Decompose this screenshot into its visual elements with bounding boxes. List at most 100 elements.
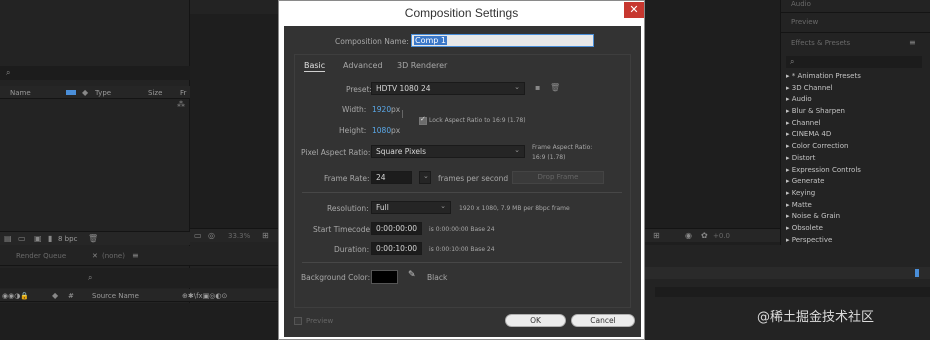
effects-item[interactable]: ▸ Channel: [786, 118, 926, 130]
column-size[interactable]: Size: [148, 89, 162, 97]
after-effects-window: ⌕ Name ◆ Type Size Fr ⁂ ▤ ▭ ▣ ▮ 8 bpc 🗑 …: [0, 0, 930, 340]
effects-item[interactable]: ▸ Noise & Grain: [786, 211, 926, 223]
audio-panel-title[interactable]: Audio: [791, 0, 811, 8]
magnification-icon[interactable]: ◎: [208, 231, 215, 240]
composition-viewer[interactable]: [190, 14, 280, 228]
preview-panel-title[interactable]: Preview: [791, 18, 818, 26]
tab-render-queue[interactable]: Render Queue: [16, 252, 66, 260]
effects-item[interactable]: ▸ Expression Controls: [786, 165, 926, 177]
start-timecode-info: is 0:00:00:00 Base 24: [429, 226, 495, 233]
bpc-icon: ▮: [48, 234, 53, 243]
start-timecode-input[interactable]: 0:00:00:00: [371, 222, 422, 235]
frame-rate-dropdown[interactable]: ⌄: [419, 171, 431, 184]
timeline-search[interactable]: ⌕: [0, 268, 280, 288]
lock-aspect-checkbox[interactable]: ✓: [419, 115, 427, 125]
camera-icon[interactable]: ◉: [685, 231, 692, 240]
time-ruler[interactable]: [645, 267, 930, 279]
height-value[interactable]: 1080: [372, 126, 391, 135]
chevron-down-icon: ⌄: [514, 146, 520, 154]
composition-toolbar: ▭ ◎ 33.3% ⊞: [190, 228, 280, 242]
effects-item[interactable]: ▸ * Animation Presets: [786, 71, 926, 83]
effects-item[interactable]: ▸ Blur & Sharpen: [786, 106, 926, 118]
panel-menu-icon[interactable]: ≡: [909, 38, 916, 47]
close-tab-icon[interactable]: ✕: [92, 252, 98, 260]
frame-rate-input[interactable]: 24: [371, 171, 412, 184]
effects-panel-title[interactable]: Effects & Presets: [791, 39, 850, 47]
project-search-field[interactable]: ⌕: [0, 66, 190, 80]
preset-dropdown[interactable]: HDTV 1080 24 ⌄: [371, 82, 525, 95]
save-preset-icon[interactable]: ▪: [535, 83, 540, 92]
resolution-value: Full: [376, 203, 389, 212]
column-frame[interactable]: Fr: [180, 89, 186, 97]
eyedropper-icon[interactable]: ✎: [408, 270, 416, 280]
frame-aspect-value: 16:9 (1.78): [532, 154, 566, 161]
tab-3d-renderer[interactable]: 3D Renderer: [397, 61, 447, 70]
effects-item[interactable]: ▸ 3D Channel: [786, 83, 926, 95]
exposure-value[interactable]: +0.0: [713, 232, 730, 240]
zoom-level[interactable]: 33.3%: [228, 232, 250, 240]
drop-frame-dropdown[interactable]: Drop Frame: [512, 171, 604, 184]
effects-search-field[interactable]: ⌕: [786, 56, 922, 68]
always-preview-icon[interactable]: ▭: [194, 231, 202, 240]
new-comp-icon[interactable]: ▣: [34, 234, 42, 243]
cancel-button[interactable]: Cancel: [571, 314, 635, 327]
check-icon: ✓: [420, 115, 426, 123]
tab-none[interactable]: (none): [102, 252, 125, 260]
chevron-down-icon: ⌄: [423, 172, 429, 180]
effects-item[interactable]: ▸ Distort: [786, 153, 926, 165]
region-icon[interactable]: ⊞: [653, 231, 660, 240]
effects-item[interactable]: ▸ Perspective: [786, 235, 926, 247]
layer-switches-icons[interactable]: ⊕✱\fx▣◎◐⊙: [182, 292, 227, 300]
close-button[interactable]: ✕: [624, 2, 644, 18]
column-name[interactable]: Name: [10, 89, 31, 97]
tab-advanced[interactable]: Advanced: [343, 61, 383, 70]
search-icon: ⌕: [790, 57, 795, 66]
effects-item[interactable]: ▸ Generate: [786, 176, 926, 188]
resolution-dropdown[interactable]: Full ⌄: [371, 201, 451, 214]
project-footer: ▤ ▭ ▣ ▮ 8 bpc 🗑: [0, 231, 190, 245]
effects-item[interactable]: ▸ Keying: [786, 188, 926, 200]
effects-item[interactable]: ▸ Audio: [786, 94, 926, 106]
panel-menu-icon[interactable]: ≡: [132, 251, 139, 260]
pixel-aspect-dropdown[interactable]: Square Pixels ⌄: [371, 145, 525, 158]
column-number[interactable]: #: [68, 292, 74, 300]
interpret-footage-icon[interactable]: ▤: [4, 234, 12, 243]
section-separator: [302, 262, 622, 263]
effects-item[interactable]: ▸ Matte: [786, 200, 926, 212]
trash-icon[interactable]: 🗑: [88, 234, 98, 243]
ok-button[interactable]: OK: [505, 314, 566, 327]
width-value[interactable]: 1920: [372, 105, 391, 114]
duration-label: Duration:: [334, 245, 370, 254]
new-folder-icon[interactable]: ▭: [18, 234, 26, 243]
effects-item[interactable]: ▸ Color Correction: [786, 141, 926, 153]
layer-column-header: ◉◉◑🔒 ◆ # Source Name ⊕✱\fx▣◎◐⊙: [0, 289, 280, 302]
grid-icon[interactable]: ⊞: [262, 231, 269, 240]
sort-icon[interactable]: [66, 90, 76, 95]
background-color-label: Background Color:: [301, 273, 371, 282]
background-color-swatch[interactable]: [371, 270, 398, 284]
height-label: Height:: [339, 126, 367, 135]
lock-aspect-label: Lock Aspect Ratio to 16:9 (1.78): [429, 117, 526, 124]
column-source-name[interactable]: Source Name: [92, 292, 139, 300]
work-area-end[interactable]: [915, 269, 919, 277]
duration-input[interactable]: 0:00:10:00: [371, 242, 422, 255]
frame-rate-label: Frame Rate:: [324, 174, 370, 183]
delete-preset-icon[interactable]: 🗑: [550, 83, 560, 92]
frame-aspect-label: Frame Aspect Ratio:: [532, 144, 593, 151]
column-type[interactable]: Type: [95, 89, 111, 97]
reset-exposure-icon[interactable]: ✿: [701, 231, 708, 240]
timeline-track[interactable]: [655, 287, 930, 297]
tab-basic[interactable]: Basic: [304, 61, 326, 72]
effects-item[interactable]: ▸ Obsolete: [786, 223, 926, 235]
comp-name-input[interactable]: Comp 1: [411, 34, 594, 47]
effects-list: ▸ * Animation Presets ▸ 3D Channel ▸ Aud…: [786, 71, 926, 246]
preview-checkbox[interactable]: [294, 317, 302, 325]
bit-depth-label[interactable]: 8 bpc: [58, 235, 77, 243]
flowchart-icon[interactable]: ⁂: [177, 100, 185, 109]
av-switch-icons[interactable]: ◉◉◑🔒: [2, 292, 29, 300]
preset-label: Preset:: [346, 85, 372, 94]
effects-item[interactable]: ▸ CINEMA 4D: [786, 129, 926, 141]
layer-list[interactable]: [0, 303, 280, 340]
divider: [781, 32, 930, 33]
frame-rate-value: 24: [376, 173, 386, 182]
